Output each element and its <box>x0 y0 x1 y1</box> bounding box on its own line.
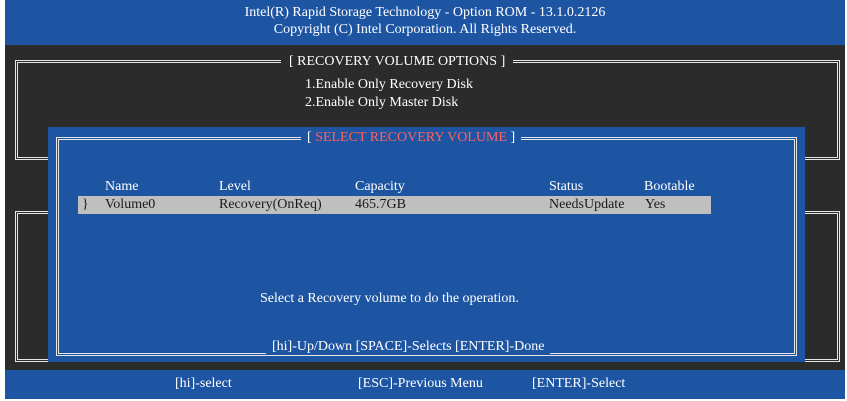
footer-select-hint: [hi]-select <box>175 376 232 391</box>
header-bar: Intel(R) Rapid Storage Technology - Opti… <box>5 0 845 45</box>
options-panel-title: [ RECOVERY VOLUME OPTIONS ] <box>281 54 514 70</box>
dialog-title-close: ] <box>507 130 516 145</box>
dialog-border <box>56 137 797 356</box>
header-copyright: Copyright (C) Intel Corporation. All Rig… <box>273 22 577 37</box>
column-header-capacity: Capacity <box>355 179 405 194</box>
volume-row-selected[interactable]: } Volume0 Recovery(OnReq) 465.7GB NeedsU… <box>78 196 711 214</box>
bios-screen: Intel(R) Rapid Storage Technology - Opti… <box>0 0 847 401</box>
volume-level: Recovery(OnReq) <box>219 197 322 212</box>
dialog-title-text: SELECT RECOVERY VOLUME <box>315 130 508 145</box>
footer-previous-menu-hint: [ESC]-Previous Menu <box>358 376 483 391</box>
column-header-level: Level <box>219 179 251 194</box>
option-enable-master-disk[interactable]: 2.Enable Only Master Disk <box>305 95 458 111</box>
dialog-title-open: [ <box>307 130 316 145</box>
option-enable-recovery-disk[interactable]: 1.Enable Only Recovery Disk <box>305 77 473 93</box>
dialog-key-help: [hi]-Up/Down [SPACE]-Selects [ENTER]-Don… <box>266 339 551 355</box>
column-header-bootable: Bootable <box>644 179 695 194</box>
volume-status: NeedsUpdate <box>549 197 625 212</box>
footer-enter-select-hint: [ENTER]-Select <box>532 376 626 391</box>
footer-bar: [hi]-select [ESC]-Previous Menu [ENTER]-… <box>5 370 845 399</box>
row-cursor-icon: } <box>82 197 89 212</box>
dialog-title: [ SELECT RECOVERY VOLUME ] <box>301 130 522 146</box>
volume-bootable: Yes <box>645 197 666 212</box>
select-recovery-volume-dialog: [ SELECT RECOVERY VOLUME ] Name Level Ca… <box>48 127 805 362</box>
header-title: Intel(R) Rapid Storage Technology - Opti… <box>244 5 606 20</box>
column-header-status: Status <box>549 179 584 194</box>
column-header-name: Name <box>105 179 139 194</box>
volume-name: Volume0 <box>105 197 156 212</box>
volume-capacity: 465.7GB <box>355 197 406 212</box>
dialog-message: Select a Recovery volume to do the opera… <box>260 291 519 306</box>
